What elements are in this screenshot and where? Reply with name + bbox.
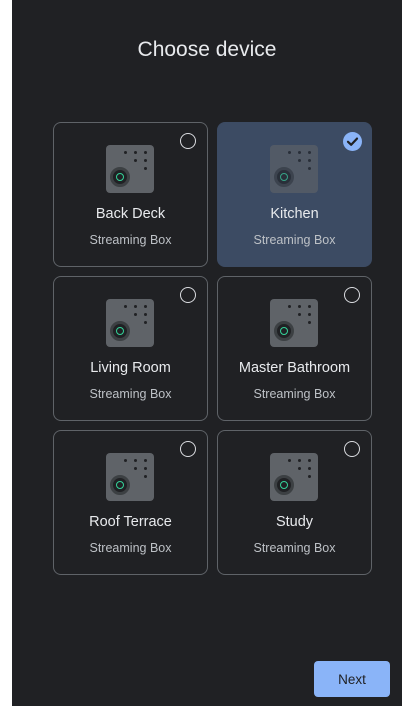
next-button[interactable]: Next [314, 661, 390, 697]
device-card-master-bathroom[interactable]: Master Bathroom Streaming Box [217, 276, 372, 421]
device-type: Streaming Box [253, 387, 336, 401]
device-name: Master Bathroom [238, 360, 351, 376]
device-name: Roof Terrace [89, 514, 172, 530]
radio-unselected-icon[interactable] [344, 287, 360, 303]
device-type: Streaming Box [89, 541, 172, 555]
device-type: Streaming Box [253, 233, 336, 247]
streaming-box-icon [106, 145, 154, 193]
device-card-back-deck[interactable]: Back Deck Streaming Box [53, 122, 208, 267]
page-title: Choose device [137, 38, 277, 61]
device-name: Kitchen [270, 206, 319, 222]
device-card-kitchen[interactable]: Kitchen Streaming Box [217, 122, 372, 267]
streaming-box-icon [270, 145, 318, 193]
streaming-box-icon [106, 299, 154, 347]
device-name: Living Room [90, 360, 171, 376]
device-grid: Back Deck Streaming Box Kitchen Streamin… [53, 122, 372, 575]
device-card-roof-terrace[interactable]: Roof Terrace Streaming Box [53, 430, 208, 575]
device-card-study[interactable]: Study Streaming Box [217, 430, 372, 575]
streaming-box-icon [270, 299, 318, 347]
radio-unselected-icon[interactable] [344, 441, 360, 457]
radio-unselected-icon[interactable] [180, 133, 196, 149]
checkmark-selected-icon[interactable] [343, 132, 362, 151]
device-name: Study [275, 514, 314, 530]
streaming-box-icon [270, 453, 318, 501]
radio-unselected-icon[interactable] [180, 441, 196, 457]
streaming-box-icon [106, 453, 154, 501]
device-type: Streaming Box [89, 233, 172, 247]
device-name: Back Deck [95, 206, 166, 222]
device-type: Streaming Box [253, 541, 336, 555]
device-type: Streaming Box [89, 387, 172, 401]
choose-device-screen: Choose device Back Deck Streaming Box Ki… [12, 0, 402, 706]
radio-unselected-icon[interactable] [180, 287, 196, 303]
device-card-living-room[interactable]: Living Room Streaming Box [53, 276, 208, 421]
